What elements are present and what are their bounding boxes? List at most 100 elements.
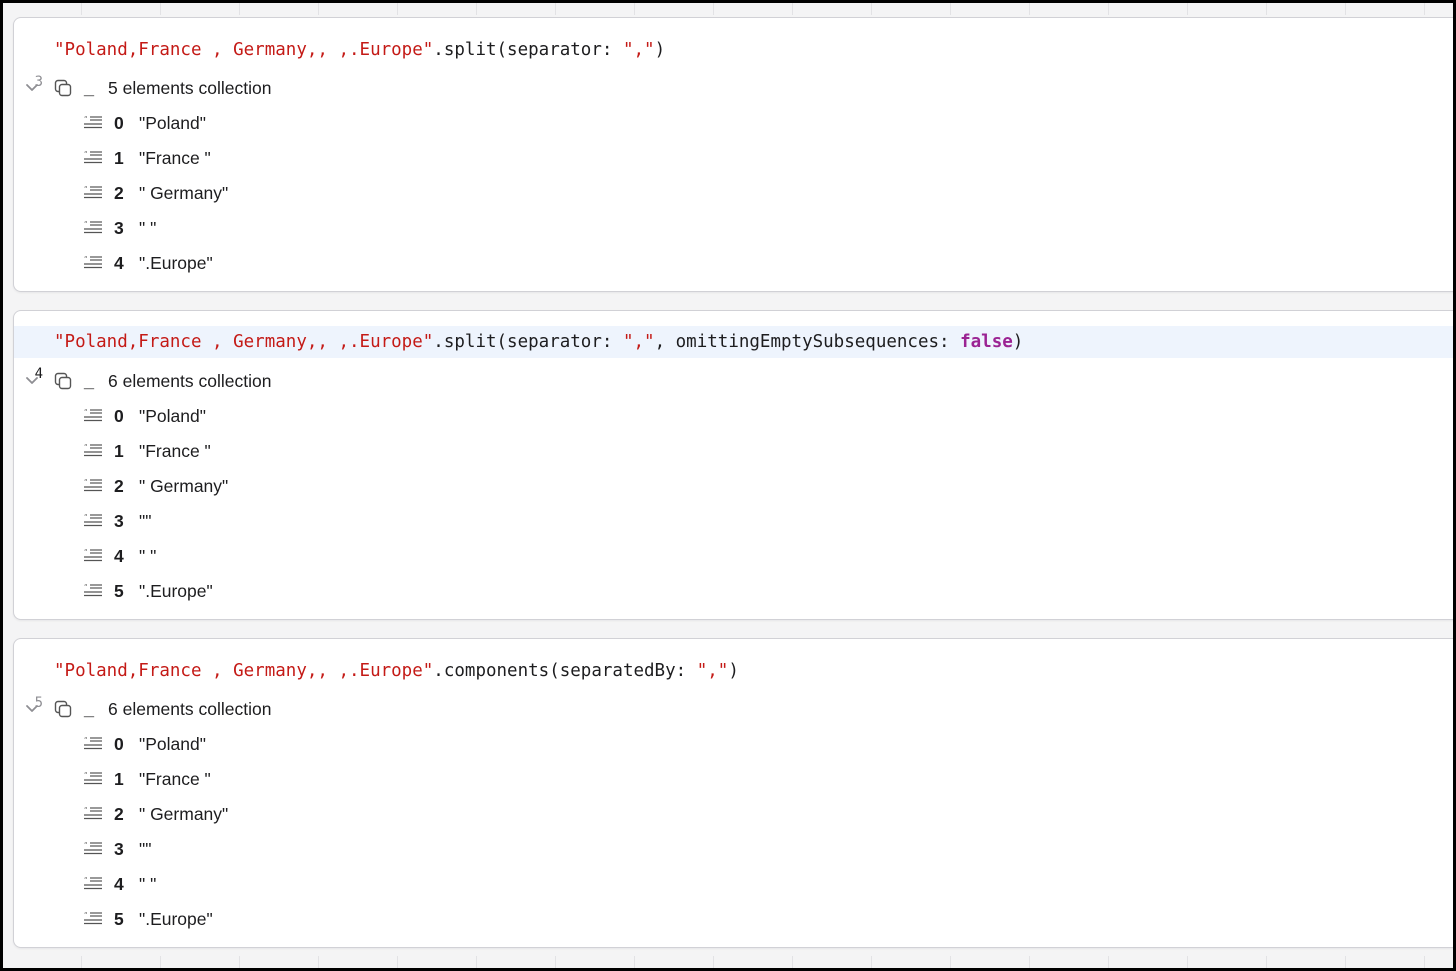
item-value: "Poland" [139, 113, 206, 133]
svg-text:“: “ [84, 513, 88, 521]
chevron-down-icon[interactable] [25, 704, 39, 714]
keyword-false: false [960, 332, 1013, 352]
svg-text:“: “ [84, 115, 88, 123]
item-index: 2 [114, 183, 124, 203]
item-index: 0 [114, 734, 124, 754]
item-index: 1 [114, 441, 124, 461]
item-value: "France " [139, 441, 211, 461]
code-line[interactable]: 3 "Poland,France , Germany,, ,.Europe".s… [14, 34, 1456, 90]
collection-summary: 6 elements collection [108, 371, 272, 391]
svg-text:“: “ [84, 478, 88, 486]
quote-text-icon: “ [84, 443, 102, 457]
item-index: 5 [114, 581, 124, 601]
item-value: " " [139, 218, 157, 238]
chevron-down-icon[interactable] [25, 83, 39, 93]
method-call: .split(separator: [433, 40, 623, 60]
item-value: ".Europe" [139, 909, 213, 929]
code-line[interactable]: 5 "Poland,France , Germany,, ,.Europe".c… [14, 655, 1456, 711]
string-literal: "Poland,France , Germany,, ,.Europe" [54, 332, 434, 352]
svg-text:“: “ [84, 771, 88, 779]
item-value: " " [139, 874, 157, 894]
list-item: “ 0 "Poland" [14, 108, 1456, 138]
result-header: _ 6 elements collection [14, 694, 1456, 724]
quote-text-icon: “ [84, 150, 102, 164]
string-literal: "Poland,France , Germany,, ,.Europe" [54, 40, 434, 60]
item-value: " Germany" [139, 804, 229, 824]
item-value: ".Europe" [139, 253, 213, 273]
result-header: _ 6 elements collection [14, 366, 1456, 396]
list-item: “ 2 " Germany" [14, 799, 1456, 829]
list-item: “ 3 "" [14, 834, 1456, 864]
item-index: 3 [114, 839, 124, 859]
item-value: "France " [139, 769, 211, 789]
chevron-down-icon[interactable] [25, 376, 39, 386]
list-item: “ 0 "Poland" [14, 729, 1456, 759]
copy-icon[interactable] [53, 699, 73, 719]
quote-text-icon: “ [84, 736, 102, 750]
item-index: 5 [114, 909, 124, 929]
quote-text-icon: “ [84, 255, 102, 269]
list-item: “ 1 "France " [14, 764, 1456, 794]
item-index: 0 [114, 113, 124, 133]
code-line-current[interactable]: 4 "Poland,France , Germany,, ,.Europe".s… [14, 326, 1456, 382]
quote-text-icon: “ [84, 548, 102, 562]
svg-text:“: “ [84, 150, 88, 158]
quote-text-icon: “ [84, 220, 102, 234]
closing-paren: ) [1012, 332, 1024, 352]
svg-text:“: “ [84, 255, 88, 263]
separator-literal: "," [696, 661, 729, 681]
item-value: " " [139, 546, 157, 566]
quote-text-icon: “ [84, 185, 102, 199]
list-item: “ 4 ".Europe" [14, 248, 1456, 278]
quote-text-icon: “ [84, 583, 102, 597]
svg-text:“: “ [84, 408, 88, 416]
separator-literal: "," [622, 332, 655, 352]
quote-text-icon: “ [84, 771, 102, 785]
list-item: “ 3 "" [14, 506, 1456, 536]
result-card-line-4: 4 "Poland,France , Germany,, ,.Europe".s… [13, 310, 1456, 620]
result-card-line-5: 5 "Poland,France , Germany,, ,.Europe".c… [13, 638, 1456, 948]
list-item: “ 1 "France " [14, 143, 1456, 173]
method-call: .components(separatedBy: [433, 661, 697, 681]
quote-text-icon: “ [84, 911, 102, 925]
copy-icon[interactable] [53, 78, 73, 98]
top-ruler [3, 3, 1453, 15]
list-item: “ 1 "France " [14, 436, 1456, 466]
quote-text-icon: “ [84, 841, 102, 855]
item-value: " Germany" [139, 183, 229, 203]
collection-summary: 6 elements collection [108, 699, 272, 719]
code-text: "Poland,France , Germany,, ,.Europe".com… [54, 655, 739, 687]
item-value: ".Europe" [139, 581, 213, 601]
code-text: "Poland,France , Germany,, ,.Europe".spl… [54, 326, 1023, 358]
svg-text:“: “ [84, 876, 88, 884]
list-item: “ 0 "Poland" [14, 401, 1456, 431]
item-index: 2 [114, 804, 124, 824]
item-index: 4 [114, 253, 124, 273]
svg-text:“: “ [84, 220, 88, 228]
item-value: "France " [139, 148, 211, 168]
item-index: 0 [114, 406, 124, 426]
list-item: “ 4 " " [14, 541, 1456, 571]
item-index: 4 [114, 546, 124, 566]
quote-text-icon: “ [84, 876, 102, 890]
item-value: "" [139, 511, 152, 531]
svg-text:“: “ [84, 185, 88, 193]
item-index: 2 [114, 476, 124, 496]
copy-icon[interactable] [53, 371, 73, 391]
result-header: _ 5 elements collection [14, 73, 1456, 103]
quote-text-icon: “ [84, 115, 102, 129]
item-index: 3 [114, 218, 124, 238]
result-name: _ [84, 371, 95, 391]
quote-text-icon: “ [84, 806, 102, 820]
list-item: “ 4 " " [14, 869, 1456, 899]
argument-label: , omittingEmptySubsequences: [654, 332, 961, 352]
quote-text-icon: “ [84, 513, 102, 527]
svg-text:“: “ [84, 736, 88, 744]
list-item: “ 2 " Germany" [14, 178, 1456, 208]
list-item: “ 5 ".Europe" [14, 904, 1456, 934]
svg-text:“: “ [84, 583, 88, 591]
list-item: “ 2 " Germany" [14, 471, 1456, 501]
item-index: 1 [114, 769, 124, 789]
item-value: "" [139, 839, 152, 859]
method-call: .split(separator: [433, 332, 623, 352]
